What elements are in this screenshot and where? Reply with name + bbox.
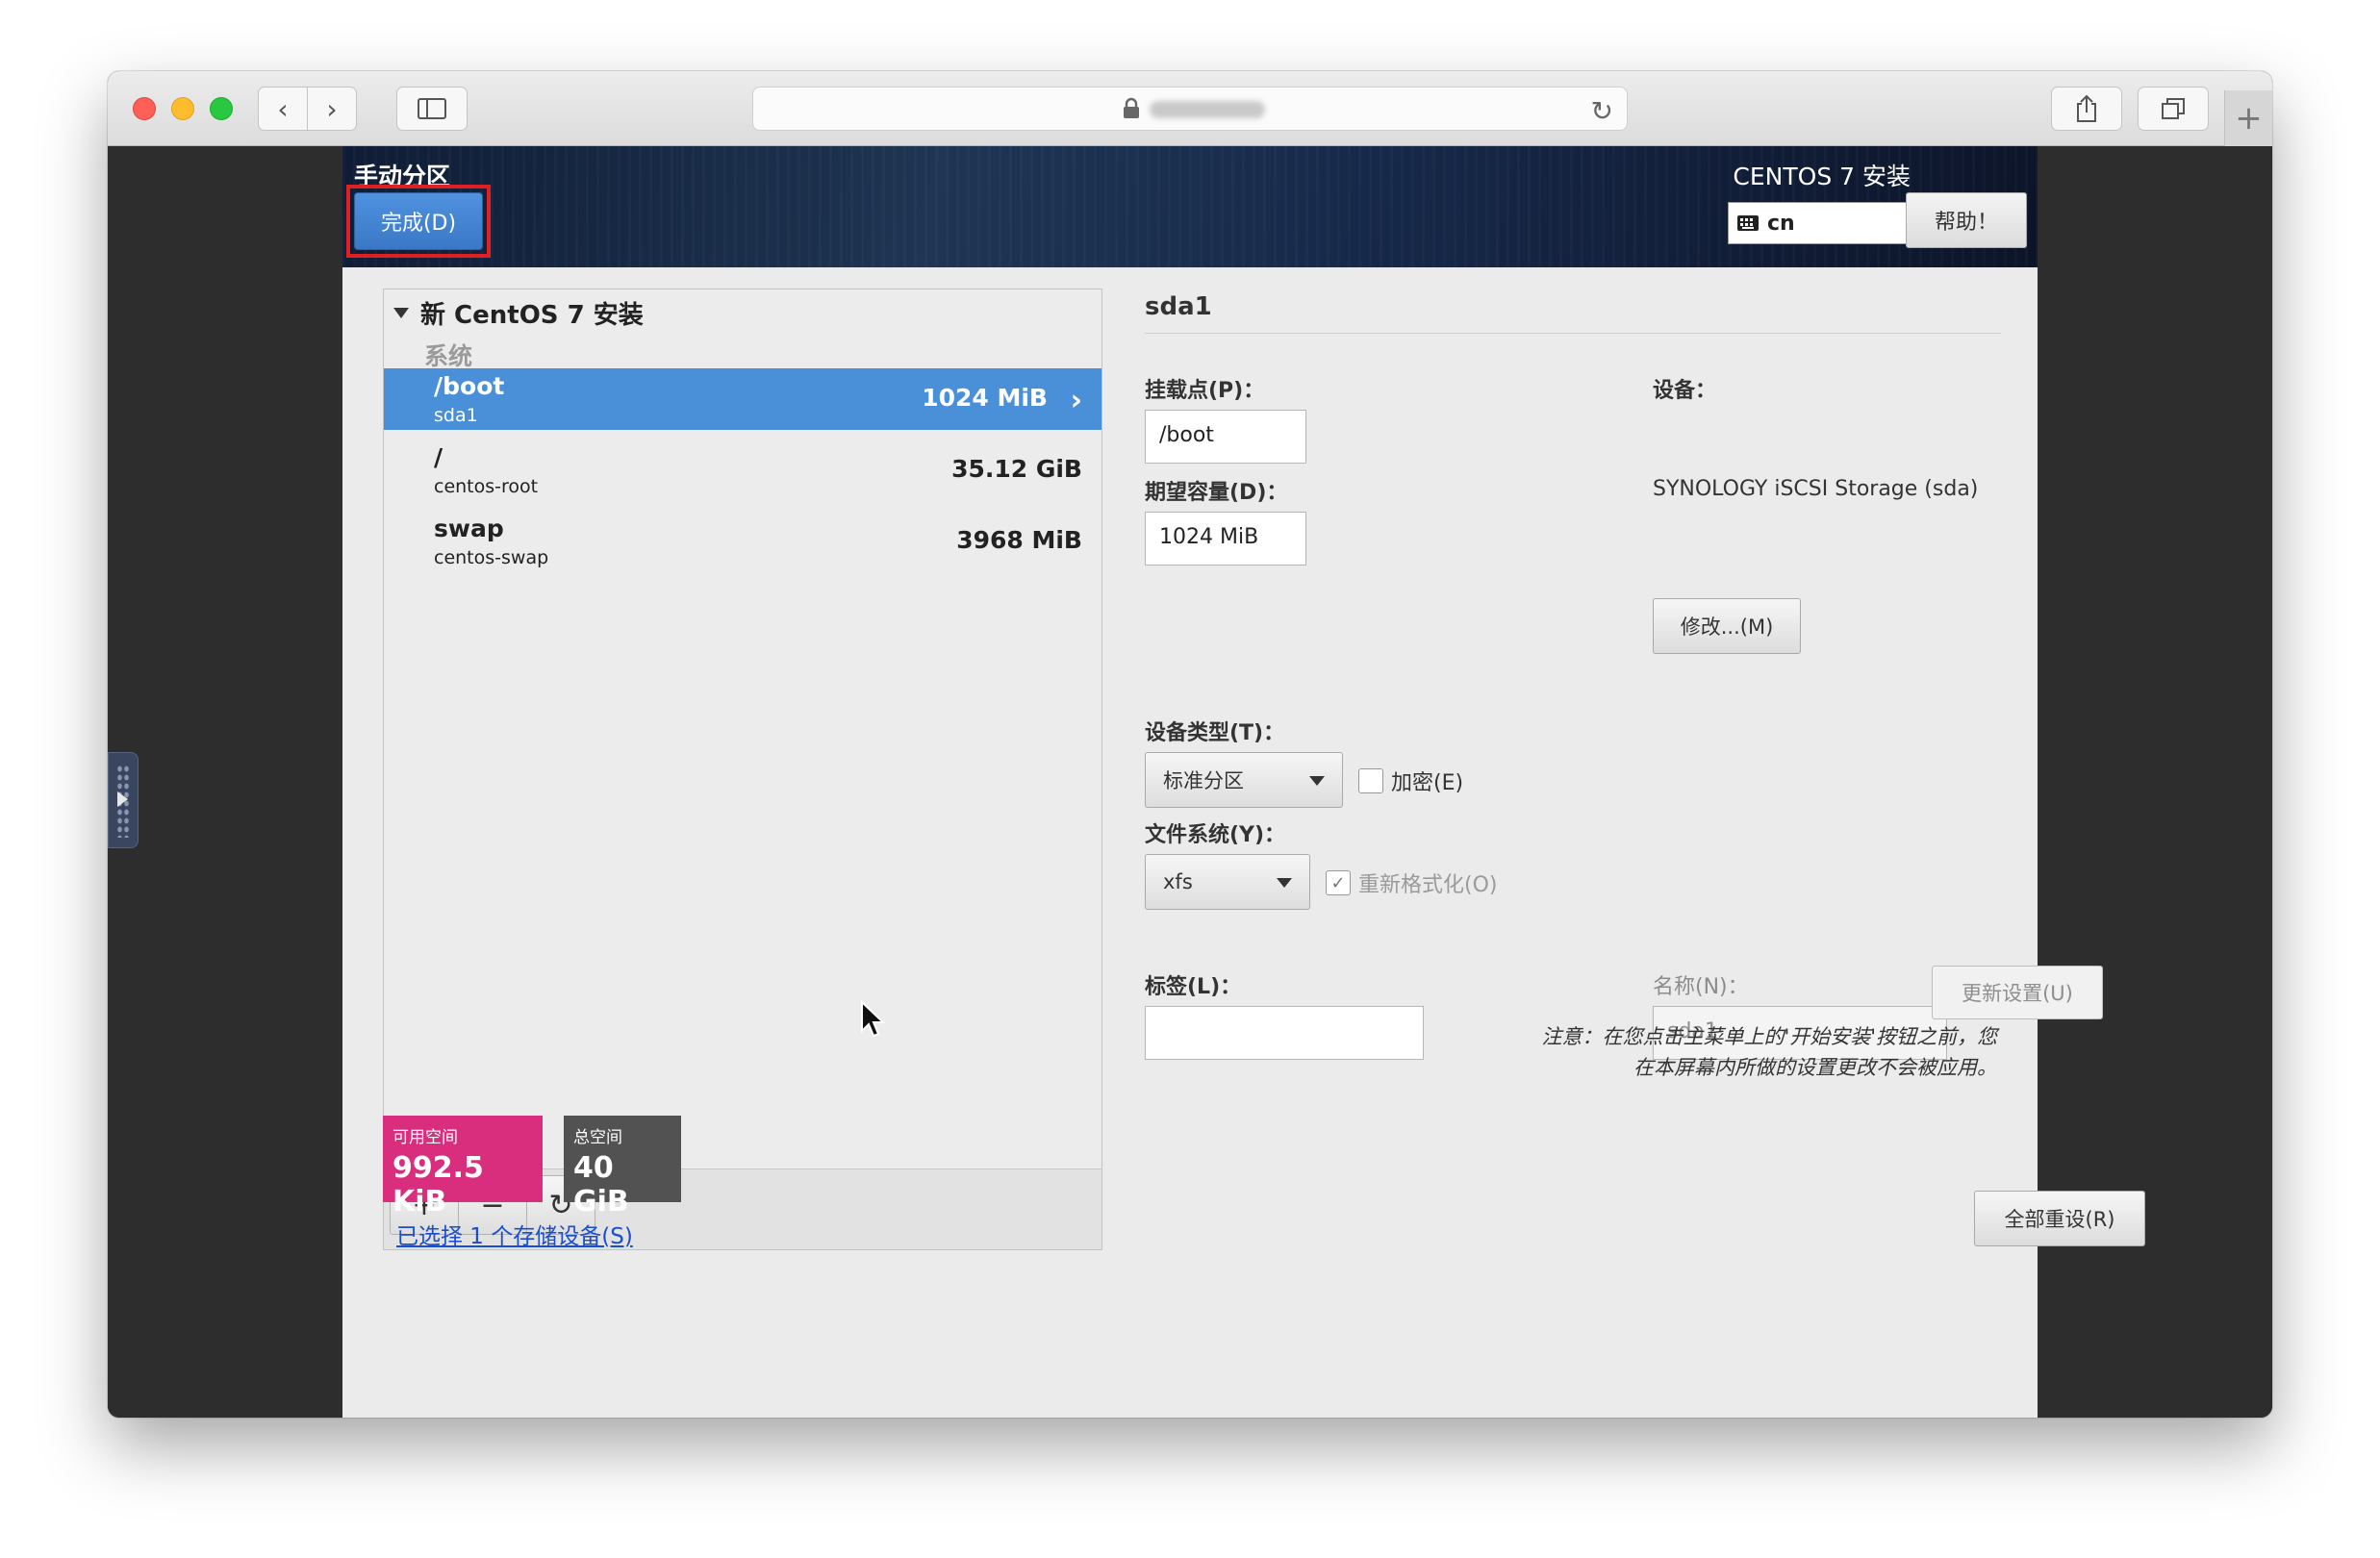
tab-overview-button[interactable] — [2138, 87, 2209, 131]
partition-mount: swap — [434, 515, 504, 542]
product-title: CENTOS 7 安装 — [1733, 163, 1911, 190]
back-button[interactable]: ‹ — [258, 87, 308, 131]
installer-header: 手动分区 完成(D) CENTOS 7 安装 cn 帮助！ — [342, 146, 2038, 267]
partition-row-swap[interactable]: swap centos-swap 3968 MiB — [384, 511, 1101, 572]
checkmark-icon: ✓ — [1326, 870, 1351, 895]
device-type-label: 设备类型(T)： — [1145, 721, 1285, 745]
reformat-checkbox[interactable]: ✓ 重新格式化(O) — [1326, 867, 1497, 898]
browser-titlebar: ‹ › ↻ + — [108, 71, 2272, 146]
url-text-blurred — [1150, 101, 1265, 118]
partition-list: 新 CentOS 7 安装 系统 /boot sda1 1024 MiB › /… — [384, 289, 1101, 1168]
partition-size: 35.12 GiB — [951, 455, 1082, 483]
reset-all-button[interactable]: 全部重设(R) — [1974, 1191, 2145, 1246]
reload-icon[interactable]: ↻ — [1591, 95, 1613, 127]
mouse-cursor-icon — [861, 1000, 886, 1038]
browser-window: ‹ › ↻ + 手动分区 完成(D) CENTOS 7 安装 cn 帮助！ 新 … — [108, 71, 2272, 1418]
note-line: 在本屏幕内所做的设置更改不会被应用。 — [1633, 1056, 1997, 1079]
system-section-label: 系统 — [424, 342, 473, 370]
selected-storage-link[interactable]: 已选择 1 个存储设备(S) — [396, 1218, 633, 1250]
detail-title: sda1 — [1145, 292, 1212, 321]
new-tab-button[interactable]: + — [2224, 90, 2272, 146]
total-space-value: 40 GiB — [573, 1151, 629, 1219]
filesystem-label: 文件系统(Y)： — [1145, 823, 1286, 847]
mount-point-input[interactable]: /boot — [1145, 410, 1306, 464]
address-bar[interactable]: ↻ — [752, 87, 1628, 131]
share-button[interactable] — [2051, 87, 2122, 131]
total-space-label: 总空间 — [573, 1128, 622, 1147]
forward-button[interactable]: › — [307, 87, 357, 131]
chevron-right-icon: › — [1070, 384, 1082, 417]
page-viewport: 手动分区 完成(D) CENTOS 7 安装 cn 帮助！ 新 CentOS 7… — [108, 146, 2272, 1418]
close-window-button[interactable] — [133, 97, 156, 120]
encrypt-label: 加密(E) — [1391, 771, 1464, 795]
encrypt-checkbox[interactable]: 加密(E) — [1358, 766, 1463, 796]
keyboard-layout-label: cn — [1767, 211, 1795, 236]
chevron-left-icon: ‹ — [277, 92, 289, 125]
dropdown-arrow-icon — [1309, 776, 1325, 786]
manual-partitioning-screen: 手动分区 完成(D) CENTOS 7 安装 cn 帮助！ 新 CentOS 7… — [342, 146, 2145, 1418]
side-panel-handle[interactable] — [108, 752, 139, 848]
note-line: 注意：在您点击主菜单上的'开始安装'按钮之前，您 — [1541, 1025, 1997, 1048]
name-label: 名称(N)： — [1653, 975, 1749, 999]
partition-device: centos-swap — [434, 547, 549, 568]
total-space-badge: 总空间 40 GiB — [564, 1116, 681, 1219]
partition-mount: /boot — [434, 372, 505, 400]
reformat-label: 重新格式化(O) — [1358, 873, 1498, 897]
capacity-input[interactable]: 1024 MiB — [1145, 512, 1306, 565]
device-type-value: 标准分区 — [1163, 769, 1244, 792]
zoom-window-button[interactable] — [210, 97, 233, 120]
plus-icon: + — [2235, 99, 2263, 138]
update-settings-button[interactable]: 更新设置(U) — [1932, 966, 2103, 1019]
partition-device: centos-root — [434, 476, 539, 497]
install-group-header[interactable]: 新 CentOS 7 安装 — [393, 295, 644, 331]
device-label: 设备： — [1653, 379, 1717, 403]
lock-icon — [1124, 97, 1139, 118]
expander-triangle-icon — [393, 308, 409, 318]
modify-device-button[interactable]: 修改...(M) — [1653, 598, 1801, 654]
share-icon — [2077, 94, 2096, 122]
sidebar-toggle-button[interactable] — [396, 87, 468, 131]
checkbox-icon — [1358, 768, 1383, 793]
partition-size: 3968 MiB — [956, 526, 1082, 554]
keyboard-layout-indicator[interactable]: cn — [1728, 202, 1907, 244]
partition-row-boot[interactable]: /boot sda1 1024 MiB › — [384, 368, 1101, 430]
available-space-value: 992.5 KiB — [392, 1151, 484, 1219]
install-group-title: 新 CentOS 7 安装 — [420, 301, 644, 330]
minimize-window-button[interactable] — [171, 97, 194, 120]
tabs-icon — [2162, 98, 2185, 119]
capacity-label: 期望容量(D)： — [1145, 481, 1288, 505]
filesystem-dropdown[interactable]: xfs — [1145, 854, 1310, 910]
apply-note: 注意：在您点击主菜单上的'开始安装'按钮之前，您 在本屏幕内所做的设置更改不会被… — [1324, 1021, 1997, 1083]
done-button[interactable]: 完成(D) — [354, 192, 483, 250]
partition-row-root[interactable]: / centos-root 35.12 GiB — [384, 440, 1101, 501]
device-name: SYNOLOGY iSCSI Storage (sda) — [1653, 477, 1979, 501]
sidebar-icon — [418, 98, 446, 119]
partition-device: sda1 — [434, 405, 478, 426]
available-space-label: 可用空间 — [392, 1128, 458, 1147]
play-arrow-icon — [117, 792, 128, 807]
chevron-right-icon: › — [326, 92, 338, 125]
help-button[interactable]: 帮助！ — [1906, 192, 2027, 248]
partition-list-panel: 新 CentOS 7 安装 系统 /boot sda1 1024 MiB › /… — [383, 289, 1102, 1250]
tag-label: 标签(L)： — [1145, 975, 1242, 999]
partition-size: 1024 MiB — [922, 384, 1048, 412]
dropdown-arrow-icon — [1277, 878, 1292, 888]
filesystem-value: xfs — [1163, 870, 1193, 893]
partition-mount: / — [434, 443, 443, 471]
detail-separator — [1145, 333, 2001, 334]
available-space-badge: 可用空间 992.5 KiB — [383, 1116, 543, 1219]
device-type-dropdown[interactable]: 标准分区 — [1145, 752, 1343, 808]
mount-point-label: 挂载点(P)： — [1145, 379, 1265, 403]
keyboard-icon — [1737, 215, 1759, 231]
